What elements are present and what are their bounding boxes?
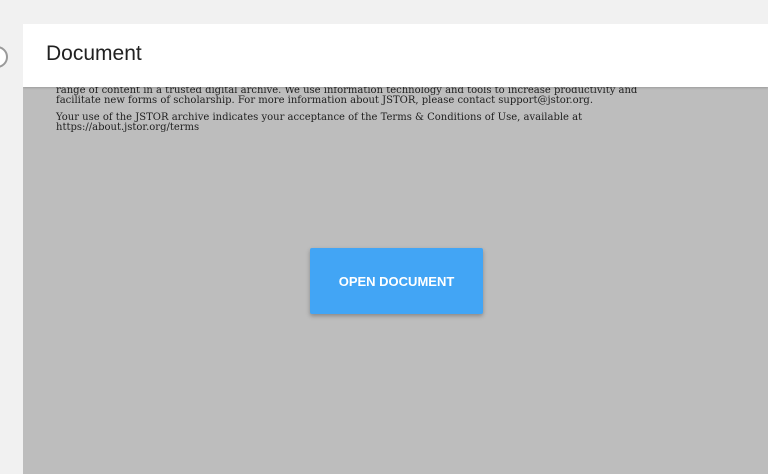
document-paragraph: range of content in a trusted digital ar… bbox=[56, 86, 746, 106]
document-text-line: https://about.jstor.org/terms bbox=[56, 122, 200, 133]
document-card: Document range of content in a trusted d… bbox=[23, 24, 768, 474]
document-preview: range of content in a trusted digital ar… bbox=[56, 86, 746, 140]
page-title: Document bbox=[46, 42, 142, 65]
open-document-button[interactable]: OPEN DOCUMENT bbox=[310, 248, 483, 314]
document-text-line: facilitate new forms of scholarship. For… bbox=[56, 95, 593, 106]
card-header: Document bbox=[23, 24, 768, 87]
document-paragraph: Your use of the JSTOR archive indicates … bbox=[56, 113, 746, 133]
